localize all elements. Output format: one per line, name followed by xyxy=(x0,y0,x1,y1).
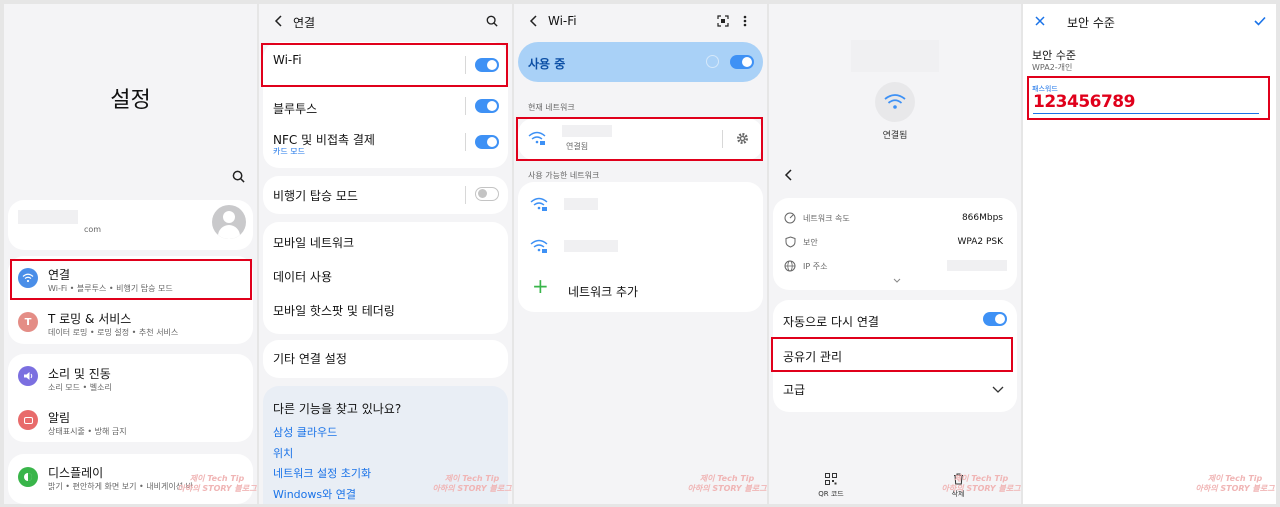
notification-icon xyxy=(18,410,38,430)
highlight-box xyxy=(771,337,1013,372)
chevron-down-icon[interactable] xyxy=(891,276,903,284)
roaming-icon: T xyxy=(18,312,38,332)
network-detail-panel: 연결됨 네트워크 속도 866Mbps 보안 WPA2 PSK IP 주소 자동… xyxy=(769,4,1021,504)
more-settings-row[interactable]: 기타 연결 설정 xyxy=(263,340,508,378)
link-windows[interactable]: Windows와 연결 xyxy=(273,486,356,502)
watermark: 제이 Tech Tip 아하의 STORY 블로그 xyxy=(941,474,1021,493)
hotspot-item[interactable]: 모바일 핫스팟 및 테더링 xyxy=(273,302,395,319)
airplane-row[interactable]: 비행기 탑승 모드 xyxy=(263,176,508,214)
shield-icon xyxy=(783,235,797,249)
back-icon[interactable] xyxy=(781,168,795,182)
nfc-sub: 카드 모드 xyxy=(273,147,305,156)
page-title: 보안 수준 xyxy=(1067,16,1115,30)
settings-item-sub: 상태표시줄 • 방해 금지 xyxy=(48,427,127,436)
plus-icon: + xyxy=(532,274,549,298)
security-level-value: WPA2-개인 xyxy=(1032,63,1073,72)
network-info-card: 네트워크 속도 866Mbps 보안 WPA2 PSK IP 주소 xyxy=(773,198,1017,290)
close-icon[interactable] xyxy=(1033,14,1047,28)
avatar[interactable] xyxy=(212,205,246,239)
search-icon[interactable] xyxy=(230,168,246,184)
highlight-box xyxy=(261,43,508,87)
watermark: 제이 Tech Tip 아하의 STORY 블로그 xyxy=(432,474,512,493)
page-title: Wi-Fi xyxy=(548,14,577,28)
qr-code-button[interactable]: QR 코드 xyxy=(813,470,849,499)
auto-reconnect-label: 자동으로 다시 연결 xyxy=(783,315,879,329)
advanced-label: 고급 xyxy=(783,383,806,397)
wifi-panel: Wi-Fi 사용 중 현재 네트워크 연결됨 사용 가능한 네트워크 + 네트워… xyxy=(514,4,767,504)
nfc-toggle[interactable] xyxy=(475,135,499,149)
security-panel: 보안 수준 보안 수준 WPA2-개인 패스워드 123456789 xyxy=(1023,4,1276,504)
back-icon[interactable] xyxy=(271,14,285,28)
back-icon[interactable] xyxy=(526,14,540,28)
settings-item-label: T 로밍 & 서비스 xyxy=(48,312,132,326)
looking-title: 다른 기능을 찾고 있나요? xyxy=(273,402,402,416)
volume-icon xyxy=(18,366,38,386)
search-icon[interactable] xyxy=(485,14,499,28)
section-label: 사용 가능한 네트워크 xyxy=(528,171,600,180)
qr-code-icon xyxy=(825,473,837,485)
bluetooth-toggle[interactable] xyxy=(475,99,499,113)
connections-group-mobile: 모바일 네트워크 데이터 사용 모바일 핫스팟 및 테더링 xyxy=(263,222,508,334)
ip-label: IP 주소 xyxy=(803,262,828,271)
settings-group-sound: 소리 및 진동 소리 모드 • 벨소리 알림 상태표시줄 • 방해 금지 xyxy=(8,354,253,442)
link-samsung-cloud[interactable]: 삼성 클라우드 xyxy=(273,424,337,440)
page-title: 설정 xyxy=(110,88,151,113)
speed-icon xyxy=(783,211,797,225)
bluetooth-label: 블루투스 xyxy=(273,102,318,116)
wifi-lock-icon xyxy=(530,238,548,254)
auto-reconnect-toggle[interactable] xyxy=(983,312,1007,326)
security-level-label: 보안 수준 xyxy=(1032,49,1076,62)
mobile-network-item[interactable]: 모바일 네트워크 xyxy=(273,234,354,251)
more-options-icon[interactable] xyxy=(740,14,750,28)
speed-label: 네트워크 속도 xyxy=(803,214,850,223)
airplane-label: 비행기 탑승 모드 xyxy=(273,189,358,203)
link-location[interactable]: 위치 xyxy=(273,445,293,461)
airplane-toggle[interactable] xyxy=(475,187,499,201)
connection-status: 연결됨 xyxy=(882,131,908,141)
wifi-icon xyxy=(875,82,915,122)
settings-item-label: 알림 xyxy=(48,411,71,425)
security-value: WPA2 PSK xyxy=(957,237,1003,247)
loading-spinner xyxy=(706,55,719,68)
available-networks-card: + 네트워크 추가 xyxy=(518,182,763,312)
watermark: 제이 Tech Tip 아하의 STORY 블로그 xyxy=(177,474,257,493)
wifi-master-card[interactable]: 사용 중 xyxy=(518,42,763,82)
globe-icon xyxy=(783,259,797,273)
settings-item-sub: 데이터 로밍 • 로밍 설정 • 추천 서비스 xyxy=(48,328,179,337)
wifi-master-toggle[interactable] xyxy=(730,55,754,69)
settings-item-label: 소리 및 진동 xyxy=(48,367,111,381)
account-email: com xyxy=(84,225,102,234)
highlight-box xyxy=(516,117,763,161)
watermark: 제이 Tech Tip 아하의 STORY 블로그 xyxy=(687,474,767,493)
section-label: 현재 네트워크 xyxy=(528,103,575,112)
settings-panel: 설정 com 연결 Wi-Fi • 블루투스 • 비행기 탑승 모드 T T 로… xyxy=(4,4,257,504)
more-settings-label: 기타 연결 설정 xyxy=(273,352,347,366)
add-network-label: 네트워크 추가 xyxy=(568,285,639,299)
wifi-lock-icon xyxy=(530,196,548,212)
account-card[interactable]: com xyxy=(8,200,253,250)
connections-panel: 연결 Wi-Fi 블루투스 NFC 및 비접촉 결제 카드 모드 비행기 탑승 … xyxy=(259,4,512,504)
page-title: 연결 xyxy=(293,16,316,30)
chevron-down-icon xyxy=(991,384,1005,394)
settings-item-sub: 소리 모드 • 벨소리 xyxy=(48,383,112,392)
qr-code-label: QR 코드 xyxy=(818,490,844,498)
display-icon xyxy=(18,467,38,487)
password-field[interactable]: 123456789 xyxy=(1033,92,1259,114)
speed-value: 866Mbps xyxy=(961,213,1003,223)
password-value: 123456789 xyxy=(1033,92,1135,112)
watermark: 제이 Tech Tip 아하의 STORY 블로그 xyxy=(1195,474,1275,493)
in-use-label: 사용 중 xyxy=(528,57,566,71)
link-network-reset[interactable]: 네트워크 설정 초기화 xyxy=(273,465,371,481)
highlight-box xyxy=(10,259,252,300)
security-label: 보안 xyxy=(803,238,818,247)
check-icon[interactable] xyxy=(1253,14,1267,28)
data-usage-item[interactable]: 데이터 사용 xyxy=(273,268,332,285)
qr-scan-icon[interactable] xyxy=(716,14,730,28)
settings-item-label: 디스플레이 xyxy=(48,466,104,480)
